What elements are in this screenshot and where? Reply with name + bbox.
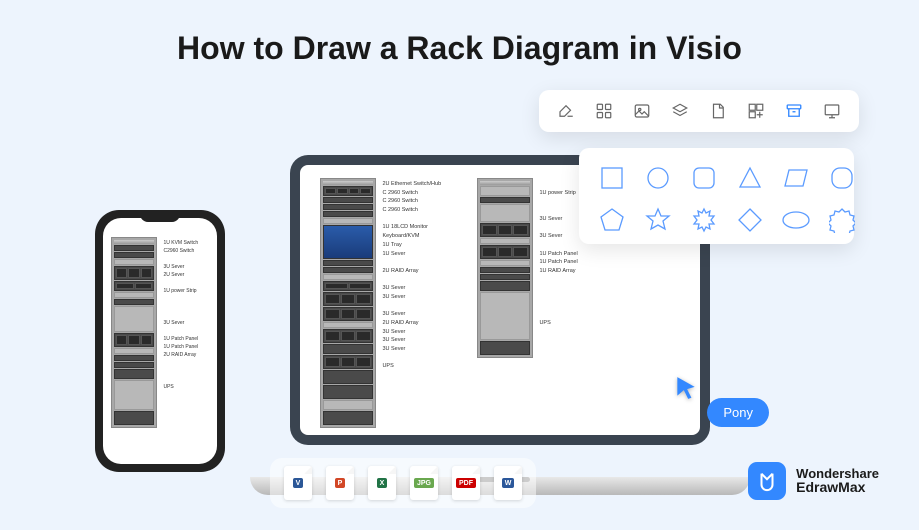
rack-label: 2U Ethernet Switch/Hub: [382, 181, 441, 189]
rack-label: 1U 18LCD Monitor: [382, 224, 441, 232]
rack-label: [382, 303, 441, 311]
page-title: How to Draw a Rack Diagram in Visio: [0, 30, 919, 67]
rack-label: [382, 216, 441, 224]
rack-label: 1U Patch Panel: [539, 259, 577, 267]
shape-toolbar: [539, 90, 859, 132]
file-format-jpg[interactable]: JPG: [410, 466, 438, 500]
rack-label: 1U Patch Panel: [163, 336, 198, 343]
rack-label: [382, 355, 441, 363]
rack-label: [539, 311, 577, 319]
rack-label: 3U Sever: [539, 216, 577, 224]
phone-mockup: 1U KVM SwitchC2960 Switch 3U Sever2U Sev…: [95, 210, 225, 472]
rack-label: Keyboard/KVM: [382, 233, 441, 241]
page-icon[interactable]: [709, 102, 727, 120]
cursor-label: Pony: [707, 398, 769, 427]
rack-label: [163, 360, 198, 367]
shape-parallelogram[interactable]: [781, 164, 811, 192]
rack-labels-1: 2U Ethernet Switch/HubC 2960 SwitchC 296…: [382, 181, 441, 372]
shape-burst[interactable]: [689, 206, 719, 234]
rack-label: 3U Sever: [382, 285, 441, 293]
rack-label: [163, 296, 198, 303]
rack-label: 1U Tray: [382, 242, 441, 250]
rack-label: 3U Sever: [382, 337, 441, 345]
rack-label: 1U Sever: [382, 251, 441, 259]
rack-label: [539, 303, 577, 311]
shape-circle[interactable]: [643, 164, 673, 192]
rack-label: [163, 256, 198, 263]
rack-label: [539, 277, 577, 285]
rack-label: 3U Sever: [539, 233, 577, 241]
rack-label: 3U Sever: [163, 264, 198, 271]
brand-mark-icon: [748, 462, 786, 500]
rack-label: 1U Patch Panel: [163, 344, 198, 351]
rack-label: [539, 294, 577, 302]
shape-triangle[interactable]: [735, 164, 765, 192]
brand-logo: Wondershare EdrawMax: [748, 462, 879, 500]
rack-label: [163, 304, 198, 311]
rack-label: 1U RAID Array: [539, 268, 577, 276]
rack-label: 2U RAID Array: [382, 320, 441, 328]
file-format-pdf[interactable]: PDF: [452, 466, 480, 500]
rack-label: [539, 285, 577, 293]
rack-label: [539, 207, 577, 215]
rack-label: 3U Sever: [382, 294, 441, 302]
rack-label: C 2960 Switch: [382, 207, 441, 215]
rack-label: 2U Sever: [163, 272, 198, 279]
file-format-v[interactable]: V: [284, 466, 312, 500]
image-icon[interactable]: [633, 102, 651, 120]
rack-label: 1U Patch Panel: [539, 251, 577, 259]
rack-label: [539, 242, 577, 250]
rack-label: [539, 181, 577, 189]
shape-pentagon[interactable]: [597, 206, 627, 234]
rack-label: [163, 280, 198, 287]
rack-label: 1U KVM Switch: [163, 240, 198, 247]
rack-label: [539, 198, 577, 206]
shape-oval[interactable]: [781, 206, 811, 234]
components-icon[interactable]: [747, 102, 765, 120]
rack-label: 3U Sever: [382, 311, 441, 319]
rack-label: 2U RAID Array: [163, 352, 198, 359]
file-format-x[interactable]: X: [368, 466, 396, 500]
rack-label: 3U Sever: [163, 320, 198, 327]
shape-diamond[interactable]: [735, 206, 765, 234]
rack-labels-phone: 1U KVM SwitchC2960 Switch 3U Sever2U Sev…: [163, 240, 198, 392]
rack-label: 1U power Strip: [539, 190, 577, 198]
rack-label: 1U power Strip: [163, 288, 198, 295]
rack-label: UPS: [163, 384, 198, 391]
shape-rounded-square[interactable]: [689, 164, 719, 192]
rack-label: [382, 259, 441, 267]
brand-line1: Wondershare: [796, 467, 879, 481]
export-formats: VPX JPG PDF W: [270, 458, 536, 508]
file-format-p[interactable]: P: [326, 466, 354, 500]
shape-star[interactable]: [643, 206, 673, 234]
rack-labels-2: 1U power Strip 3U Sever 3U Sever 1U Patc…: [539, 181, 577, 329]
rack-label: [163, 376, 198, 383]
archive-icon[interactable]: [785, 102, 803, 120]
rack-label: UPS: [539, 320, 577, 328]
rack-label: C 2960 Switch: [382, 190, 441, 198]
rack-label: [163, 328, 198, 335]
layers-icon[interactable]: [671, 102, 689, 120]
fill-icon[interactable]: [557, 102, 575, 120]
rack-label: C2960 Switch: [163, 248, 198, 255]
shape-seal[interactable]: [827, 206, 857, 234]
file-format-w[interactable]: W: [494, 466, 522, 500]
shape-rounded-rect[interactable]: [827, 164, 857, 192]
rack-label: [163, 368, 198, 375]
rack-label: [382, 277, 441, 285]
rack-label: [539, 224, 577, 232]
rack-label: 3U Sever: [382, 329, 441, 337]
shape-square[interactable]: [597, 164, 627, 192]
brand-line2: EdrawMax: [796, 480, 879, 495]
rack-label: [163, 312, 198, 319]
rack-label: 2U RAID Array: [382, 268, 441, 276]
rack-label: UPS: [382, 363, 441, 371]
present-icon[interactable]: [823, 102, 841, 120]
rack-label: C 2960 Switch: [382, 198, 441, 206]
grid-icon[interactable]: [595, 102, 613, 120]
cursor-icon: [673, 375, 699, 406]
rack-label: 3U Sever: [382, 346, 441, 354]
shapes-panel: [579, 148, 854, 244]
